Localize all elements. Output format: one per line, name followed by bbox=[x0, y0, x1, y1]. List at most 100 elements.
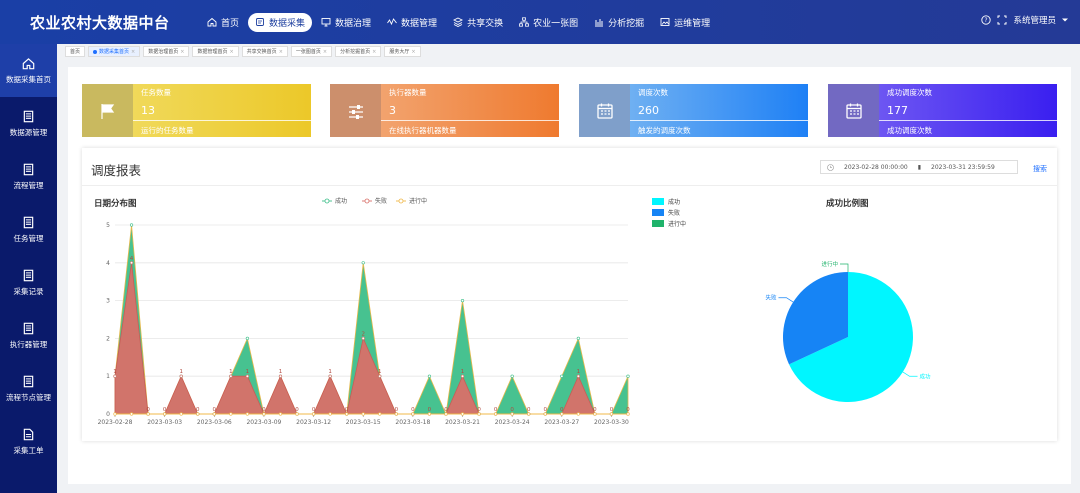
pie-legend: 成功 失败进行中 bbox=[652, 196, 686, 229]
stat-body: 成功调度次数 177 成功调度次数 bbox=[879, 84, 1057, 137]
close-icon[interactable]: × bbox=[131, 47, 135, 57]
date-distribution-chart: 0 1 2 3 4 5 2023-02-28 2023-03-03 2023-03-06 2023… bbox=[98, 197, 631, 426]
data-point bbox=[378, 374, 382, 378]
sidebar-item-5[interactable]: 执行器管理 bbox=[0, 309, 57, 362]
data-point bbox=[609, 412, 614, 416]
help-icon[interactable]: ? bbox=[981, 15, 992, 25]
tab-6[interactable]: 分析挖掘首页 × bbox=[335, 46, 382, 57]
tab-5[interactable]: 一张图首页 × bbox=[290, 46, 333, 57]
stat-card-3[interactable]: 成功调度次数 177 成功调度次数 bbox=[828, 84, 1057, 137]
x-tick-label: 2023-03-09 bbox=[246, 419, 281, 426]
close-icon[interactable]: × bbox=[229, 47, 233, 57]
stat-body: 调度次数 260 触发的调度次数 bbox=[630, 84, 808, 137]
data-point bbox=[328, 374, 332, 378]
stat-divider bbox=[133, 120, 311, 121]
stat-divider bbox=[381, 120, 559, 121]
sidebar-item-7[interactable]: 采集工单 bbox=[0, 415, 57, 468]
success-ratio-pie-chart: 成功 失败 进行中 bbox=[765, 260, 931, 402]
sidebar-item-label: 任务管理 bbox=[13, 233, 44, 243]
data-point bbox=[460, 412, 465, 416]
x-tick-label: 2023-03-27 bbox=[544, 419, 579, 426]
tab-4[interactable]: 共享交换首页 × bbox=[241, 46, 288, 57]
legend-swatch bbox=[652, 220, 664, 227]
data-label: 0 bbox=[295, 407, 299, 413]
y-tick-label: 0 bbox=[106, 411, 110, 418]
fullscreen-icon[interactable] bbox=[997, 15, 1007, 25]
sidebar-item-1[interactable]: 数据源管理 bbox=[0, 97, 57, 150]
stat-card-1[interactable]: 执行器数量 3 在线执行器机器数量 bbox=[330, 84, 559, 137]
legend-item-2[interactable]: 进行中 bbox=[396, 197, 427, 205]
tab-label: 分析挖掘首页 bbox=[340, 48, 371, 55]
data-label: 4 bbox=[130, 256, 134, 262]
data-label: 1 bbox=[328, 369, 332, 375]
pie-legend-item-2[interactable]: 进行中 bbox=[652, 218, 686, 229]
tab-3[interactable]: 数据管理首页 × bbox=[192, 46, 239, 57]
pie-leader-line bbox=[902, 371, 918, 377]
sidebar-item-6[interactable]: 流程节点管理 bbox=[0, 362, 57, 415]
document-icon bbox=[23, 269, 34, 281]
date-range-picker[interactable]: 2023-02-28 00:00:00 ▮ 2023-03-31 23:59:5… bbox=[820, 160, 1018, 174]
data-point bbox=[245, 374, 249, 378]
stat-icon-box bbox=[82, 84, 133, 137]
document-icon bbox=[23, 163, 34, 175]
pie-leader-line bbox=[840, 263, 849, 272]
document-icon bbox=[23, 375, 34, 387]
legend-item-1[interactable]: 失败 bbox=[362, 197, 387, 205]
search-button[interactable]: 搜索 bbox=[1033, 164, 1047, 174]
tab-bar: 首页 数据采集首页 × 数据治理首页 × 数据管理首页 × 共享交换首页 × 一张图首页 × 分析挖掘… bbox=[65, 46, 421, 58]
user-area[interactable]: ? 系统管理员 bbox=[981, 14, 1068, 26]
close-icon[interactable]: × bbox=[323, 47, 327, 57]
bar-chart-icon bbox=[595, 19, 604, 27]
stat-value: 13 bbox=[141, 104, 155, 117]
nav-item-0[interactable]: 首页 bbox=[200, 13, 246, 32]
data-label: 0 bbox=[477, 407, 481, 413]
stat-card-0[interactable]: 任务数量 13 运行的任务数量 bbox=[82, 84, 311, 137]
data-point bbox=[411, 412, 415, 416]
nav-item-3[interactable]: 数据管理 bbox=[380, 13, 444, 32]
sidebar-item-label: 数据采集首页 bbox=[6, 74, 51, 84]
sidebar-item-0[interactable]: 数据采集首页 bbox=[0, 44, 57, 97]
data-point bbox=[361, 261, 365, 265]
close-icon[interactable]: × bbox=[279, 47, 283, 57]
data-point bbox=[278, 412, 283, 416]
data-label: 0 bbox=[610, 407, 614, 413]
close-icon[interactable]: × bbox=[411, 47, 415, 57]
nav-item-6[interactable]: 分析挖掘 bbox=[587, 13, 651, 32]
date-end[interactable]: 2023-03-31 23:59:59 bbox=[931, 164, 995, 171]
pie-legend-item-0[interactable]: 成功 bbox=[652, 196, 686, 207]
legend-label: 进行中 bbox=[668, 221, 687, 228]
close-icon[interactable]: × bbox=[372, 47, 376, 57]
tab-2[interactable]: 数据治理首页 × bbox=[143, 46, 190, 57]
date-start[interactable]: 2023-02-28 00:00:00 bbox=[844, 164, 908, 171]
tab-0[interactable]: 首页 bbox=[65, 46, 86, 57]
data-point bbox=[510, 412, 514, 416]
pie-slice-label: 失败 bbox=[765, 294, 777, 302]
calendar-icon bbox=[845, 103, 862, 119]
nav-item-1[interactable]: 数据采集 bbox=[248, 12, 313, 32]
nav-item-label: 农业一张图 bbox=[533, 18, 579, 29]
sidebar-item-3[interactable]: 任务管理 bbox=[0, 203, 57, 256]
data-label: 1 bbox=[378, 369, 382, 375]
nav-item-4[interactable]: 共享交换 bbox=[446, 13, 510, 32]
data-point bbox=[163, 412, 167, 416]
user-name[interactable]: 系统管理员 bbox=[1013, 14, 1056, 26]
nav-item-7[interactable]: 运维管理 bbox=[653, 13, 717, 32]
pie-legend-item-1[interactable]: 失败 bbox=[652, 207, 686, 218]
data-label: 1 bbox=[461, 369, 465, 375]
tab-7[interactable]: 服务大厅 × bbox=[384, 46, 421, 57]
legend-item-0[interactable]: 成功 bbox=[322, 197, 347, 205]
nav-item-5[interactable]: 农业一张图 bbox=[512, 13, 585, 32]
pie-chart-title: 成功比例图 bbox=[826, 199, 869, 209]
tab-label: 服务大厅 bbox=[389, 48, 410, 55]
sidebar-item-2[interactable]: 流程管理 bbox=[0, 150, 57, 203]
caret-down-icon[interactable] bbox=[1062, 17, 1068, 23]
stat-card-2[interactable]: 调度次数 260 触发的调度次数 bbox=[579, 84, 808, 137]
tab-1[interactable]: 数据采集首页 × bbox=[88, 46, 141, 57]
sidebar-item-4[interactable]: 采集记录 bbox=[0, 256, 57, 309]
stat-title: 任务数量 bbox=[141, 88, 171, 97]
close-icon[interactable]: × bbox=[180, 47, 184, 57]
nav-item-2[interactable]: 数据治理 bbox=[314, 13, 378, 32]
data-point bbox=[527, 412, 531, 416]
tab-label: 首页 bbox=[70, 48, 81, 55]
stat-title: 执行器数量 bbox=[389, 88, 427, 97]
